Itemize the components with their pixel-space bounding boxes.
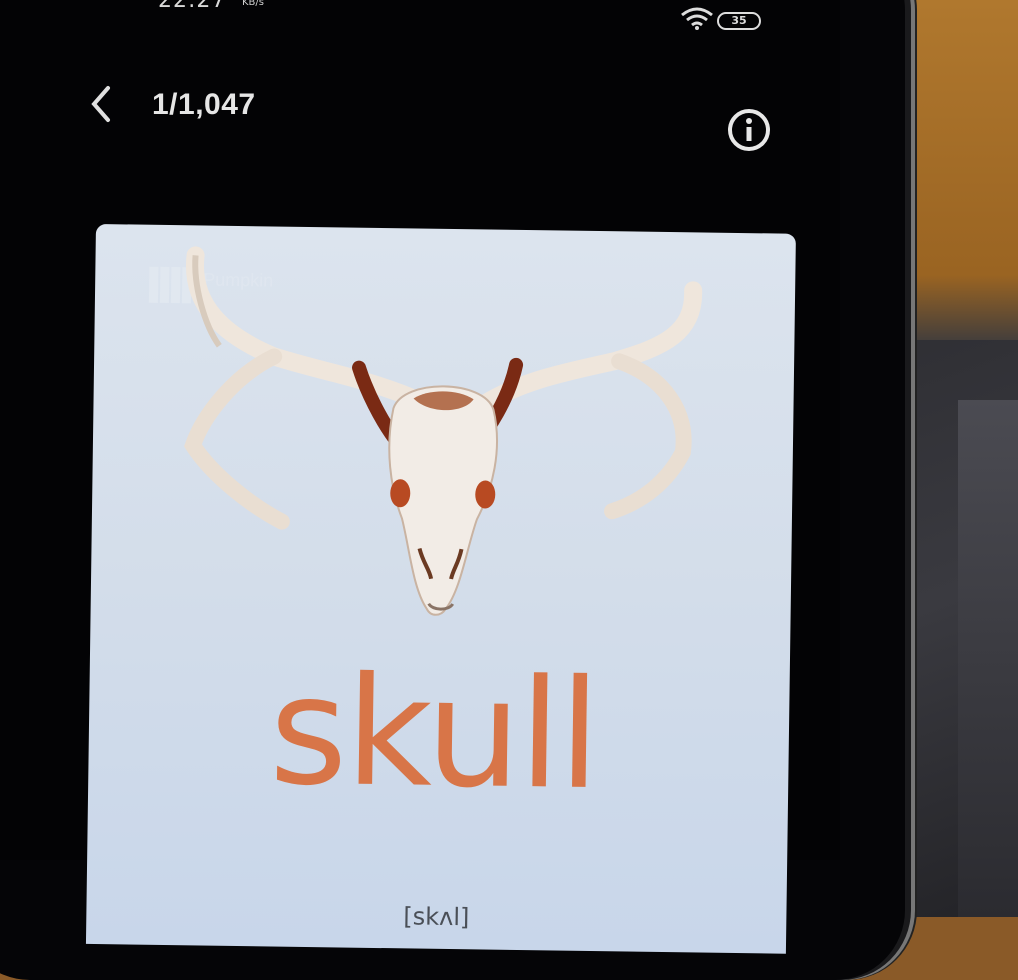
status-time: 22:27 [158,0,227,13]
chevron-left-icon[interactable] [86,82,118,126]
flashcard[interactable]: Pumpkin skull [skʌl] [85,224,796,954]
status-speed-unit: KB/s [242,0,264,8]
phone-frame: 22:27 KB/s 35 1/1,047 Pumpkin skull [skʌ… [0,0,905,980]
cloth-fold [958,400,1018,917]
wifi-icon [681,7,713,30]
info-circle-icon[interactable] [726,107,772,153]
card-counter: 1/1,047 [152,88,256,121]
phone-screen: 22:27 KB/s 35 1/1,047 Pumpkin skull [skʌ… [0,0,840,954]
vocabulary-word: skull [268,644,600,824]
battery-icon: 35 [717,12,761,30]
deer-skull-illustration [184,246,703,616]
